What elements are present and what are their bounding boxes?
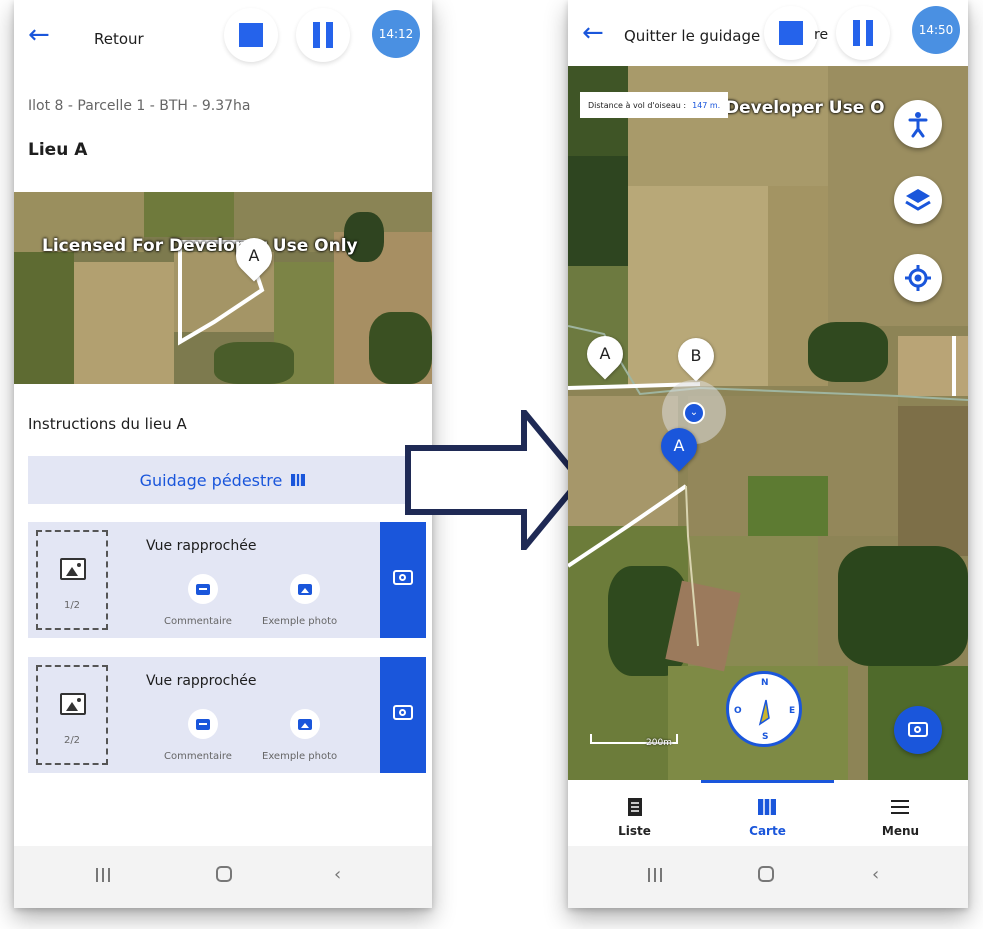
stop-icon — [779, 21, 803, 45]
left-topbar: ← Retour 14:12 — [14, 0, 432, 66]
example-photo-label: Exemple photo — [262, 616, 338, 627]
image-icon — [298, 718, 312, 730]
parcel-info: Ilot 8 - Parcelle 1 - BTH - 9.37ha — [28, 98, 251, 114]
card-title: Vue rapprochée — [146, 673, 257, 689]
right-topbar: ← Quitter le guidage re 14:50 — [568, 0, 968, 66]
tab-liste[interactable]: Liste — [568, 780, 701, 848]
scale-label: 200m — [646, 738, 672, 748]
list-icon — [628, 798, 642, 816]
quit-guidance-label[interactable]: Quitter le guidage — [624, 27, 760, 45]
comment-label: Commentaire — [164, 751, 232, 762]
image-placeholder-icon — [60, 693, 86, 715]
image-icon — [298, 583, 312, 595]
compass[interactable]: N S E O — [726, 671, 802, 747]
map-marker-b[interactable]: B — [670, 330, 722, 382]
map-icon — [758, 799, 776, 815]
map-marker-a[interactable]: A — [228, 230, 280, 282]
comment-label: Commentaire — [164, 616, 232, 627]
recent-apps-icon[interactable] — [648, 868, 662, 882]
take-photo-button[interactable] — [380, 657, 426, 773]
person-icon — [908, 112, 928, 138]
home-icon[interactable] — [758, 866, 774, 882]
comment-icon — [196, 583, 210, 595]
distance-box: Distance à vol d'oiseau : 147 m. — [580, 92, 729, 118]
phone-left-screen: ← Retour 14:12 Ilot 8 - Parcelle 1 - BTH… — [14, 0, 432, 908]
back-arrow-icon[interactable]: ← — [582, 20, 604, 46]
pause-icon — [853, 20, 873, 46]
comment-button[interactable] — [188, 709, 218, 739]
tab-menu[interactable]: Menu — [834, 780, 967, 848]
guidance-button-label: Guidage pédestre — [139, 470, 283, 490]
user-location-icon: ⌄ — [683, 402, 705, 424]
android-nav-bar: ‹ — [14, 846, 432, 908]
camera-fab[interactable] — [894, 706, 942, 754]
truncated-text: re — [814, 27, 829, 43]
tab-label: Liste — [618, 824, 651, 838]
transition-arrow-icon — [405, 410, 584, 550]
layers-icon — [905, 189, 931, 211]
camera-icon — [393, 570, 413, 585]
left-map[interactable]: Licensed For Developer Use Only A — [14, 192, 432, 384]
photo-card-1: 1/2 Vue rapprochée Commentaire Exemple p… — [28, 522, 426, 638]
camera-icon — [393, 705, 413, 720]
map-icon — [291, 474, 306, 486]
map-watermark: Licensed For Developer Use Only — [42, 236, 358, 256]
example-photo-button[interactable] — [290, 574, 320, 604]
example-photo-label: Exemple photo — [262, 751, 338, 762]
back-arrow-icon[interactable]: ← — [28, 22, 50, 48]
phone-right-screen: ← Quitter le guidage re 14:50 Licensed F… — [568, 0, 968, 908]
bottom-tab-bar: Liste Carte Menu — [568, 780, 968, 848]
tab-carte[interactable]: Carte — [701, 780, 834, 848]
locate-button[interactable] — [894, 254, 942, 302]
nav-back-icon[interactable]: ‹ — [334, 866, 341, 884]
comment-icon — [196, 718, 210, 730]
photo-placeholder[interactable]: 1/2 — [36, 530, 108, 630]
photo-card-2: 2/2 Vue rapprochée Commentaire Exemple p… — [28, 657, 426, 773]
parcel-outline — [178, 240, 265, 346]
card-title: Vue rapprochée — [146, 538, 257, 554]
photo-count: 2/2 — [63, 735, 81, 746]
instructions-title: Instructions du lieu A — [28, 415, 187, 433]
example-photo-button[interactable] — [290, 709, 320, 739]
stop-icon — [239, 23, 263, 47]
tab-label: Menu — [881, 824, 920, 838]
time-badge: 14:50 — [912, 6, 960, 54]
map-marker-a[interactable]: A — [579, 328, 631, 380]
layers-button[interactable] — [894, 176, 942, 224]
pause-button[interactable] — [836, 6, 890, 60]
distance-value: 147 m. — [692, 100, 721, 110]
photo-count: 1/2 — [63, 600, 81, 611]
home-icon[interactable] — [216, 866, 232, 882]
hamburger-icon — [891, 800, 909, 814]
time-badge: 14:12 — [372, 10, 420, 58]
tab-label: Carte — [749, 824, 786, 838]
comment-button[interactable] — [188, 574, 218, 604]
back-button-label[interactable]: Retour — [94, 30, 144, 48]
pause-button[interactable] — [296, 8, 350, 62]
target-icon — [905, 265, 931, 291]
image-placeholder-icon — [60, 558, 86, 580]
recent-apps-icon[interactable] — [96, 868, 110, 882]
camera-icon — [908, 722, 928, 737]
map-marker-a-active[interactable]: A — [653, 420, 705, 472]
pause-icon — [313, 22, 333, 48]
photo-placeholder[interactable]: 2/2 — [36, 665, 108, 765]
walking-mode-button[interactable] — [894, 100, 942, 148]
place-title: Lieu A — [28, 140, 88, 160]
compass-needle-icon — [758, 699, 770, 726]
distance-label: Distance à vol d'oiseau : — [588, 100, 687, 110]
nav-back-icon[interactable]: ‹ — [872, 866, 879, 884]
stop-button[interactable] — [224, 8, 278, 62]
stop-button[interactable] — [764, 6, 818, 60]
walking-guidance-button[interactable]: Guidage pédestre — [28, 456, 418, 504]
android-nav-bar: ‹ — [568, 846, 968, 908]
